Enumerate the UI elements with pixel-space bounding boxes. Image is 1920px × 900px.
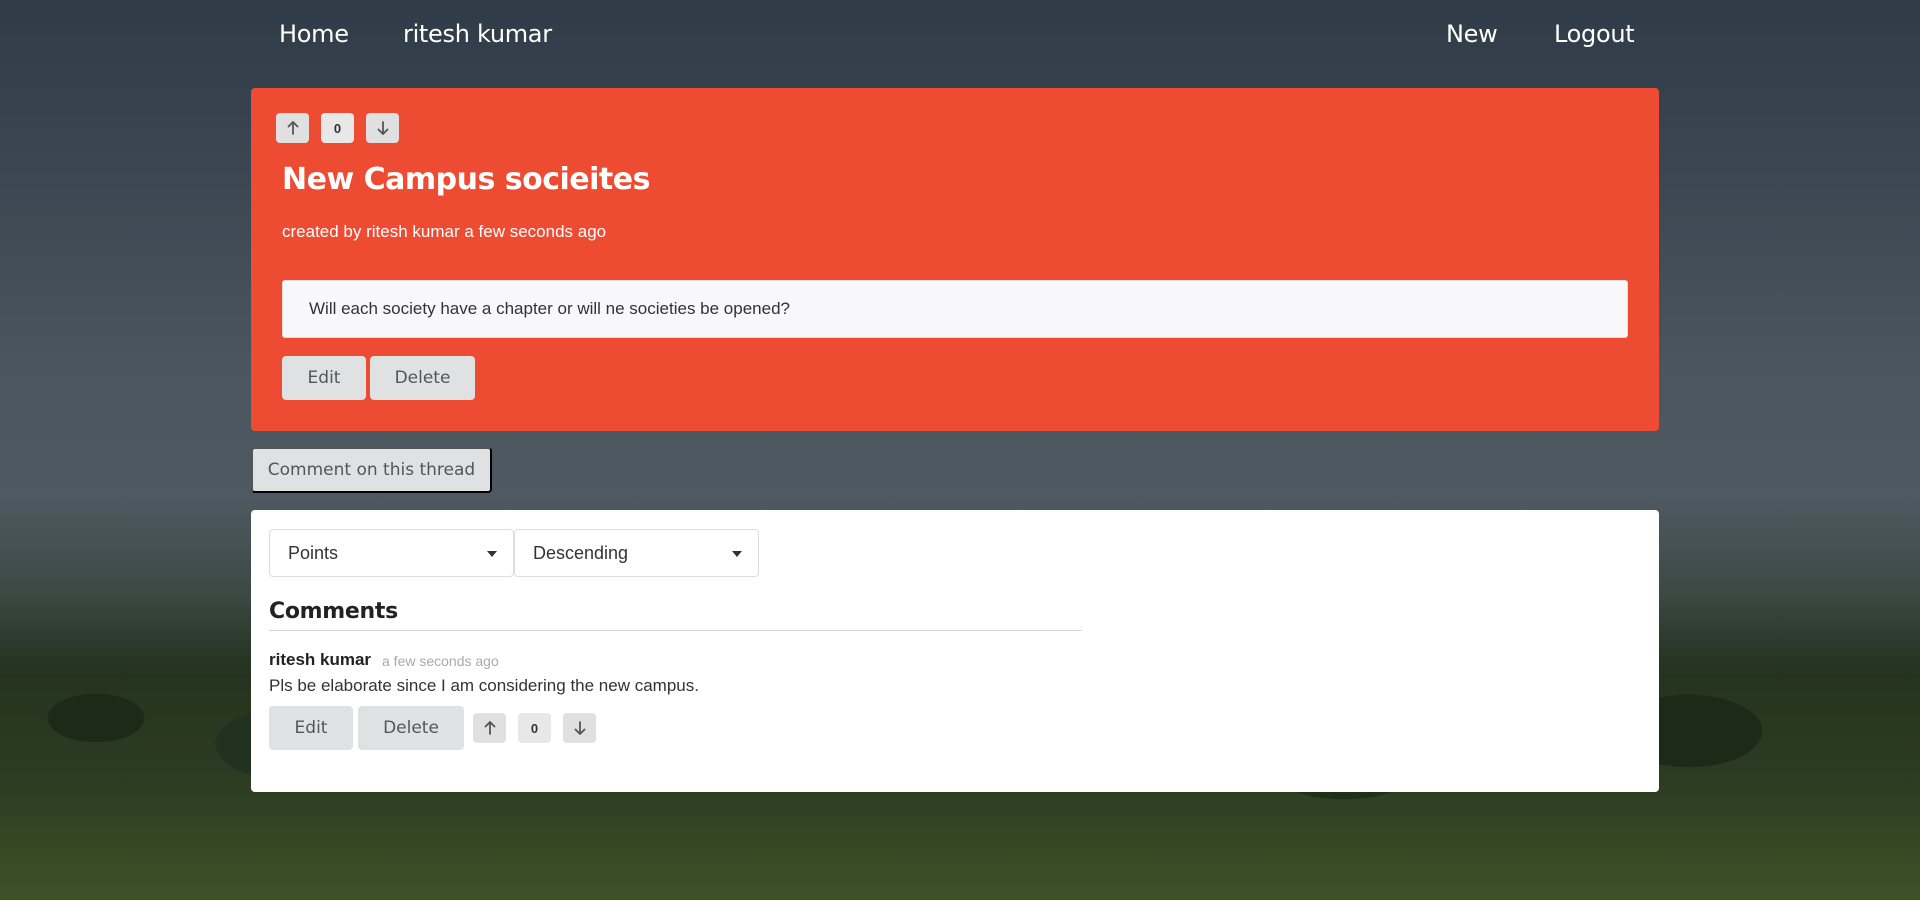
comment-author: ritesh kumar — [269, 650, 372, 669]
sort-field-select[interactable]: Points — [269, 529, 514, 577]
comments-panel: Points Descending Comments ritesh kumar … — [251, 510, 1659, 792]
arrow-down-icon — [574, 721, 585, 735]
comment-edit-button[interactable]: Edit — [269, 706, 353, 750]
nav-new-link[interactable]: New — [1446, 18, 1498, 50]
nav-user-link[interactable]: ritesh kumar — [403, 18, 552, 50]
arrow-down-icon — [377, 121, 388, 135]
caret-down-icon — [732, 551, 742, 557]
thread-vote-count: 0 — [321, 113, 354, 143]
thread-upvote-button[interactable] — [276, 113, 309, 143]
arrow-up-icon — [484, 721, 495, 735]
nav-logout-link[interactable]: Logout — [1554, 18, 1635, 50]
comment-on-thread-button[interactable]: Comment on this thread — [251, 447, 492, 493]
sort-field-value: Points — [288, 542, 339, 563]
comment-delete-button[interactable]: Delete — [358, 706, 464, 750]
comment-upvote-button[interactable] — [473, 713, 506, 743]
comment-downvote-button[interactable] — [563, 713, 596, 743]
sort-order-value: Descending — [533, 542, 629, 563]
thread-meta: created by ritesh kumar a few seconds ag… — [282, 222, 607, 241]
sort-order-select[interactable]: Descending — [514, 529, 759, 577]
thread-delete-button[interactable]: Delete — [370, 356, 475, 400]
comment-timestamp: a few seconds ago — [382, 653, 499, 669]
thread-title: New Campus socieites — [282, 162, 650, 197]
thread-card: 0 New Campus socieites created by ritesh… — [251, 88, 1659, 431]
thread-body: Will each society have a chapter or will… — [282, 280, 1628, 338]
caret-down-icon — [487, 551, 497, 557]
nav-home-link[interactable]: Home — [279, 18, 349, 50]
thread-edit-button[interactable]: Edit — [282, 356, 366, 400]
comment-text: Pls be elaborate since I am considering … — [269, 676, 699, 695]
top-navbar: Home ritesh kumar New Logout — [0, 0, 1920, 68]
thread-body-text: Will each society have a chapter or will… — [309, 299, 790, 318]
arrow-up-icon — [287, 121, 298, 135]
comment-vote-count: 0 — [518, 713, 551, 743]
comments-heading: Comments — [269, 599, 1082, 631]
thread-downvote-button[interactable] — [366, 113, 399, 143]
